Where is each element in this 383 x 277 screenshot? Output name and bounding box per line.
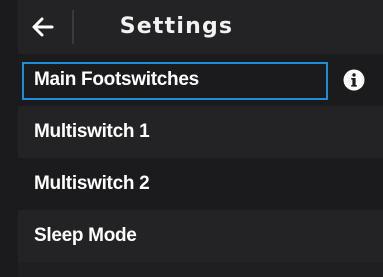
menu-item-label: Multiswitch 2 bbox=[34, 173, 150, 194]
arrow-left-icon bbox=[32, 17, 54, 37]
menu-item-label: Multiswitch 1 bbox=[34, 121, 150, 142]
menu-item-main-footswitches[interactable]: Main Footswitches bbox=[18, 54, 383, 106]
menu-item-multiswitch-2[interactable]: Multiswitch 2 bbox=[18, 158, 383, 210]
menu-item-multiswitch-1[interactable]: Multiswitch 1 bbox=[18, 106, 383, 158]
settings-screen: Settings Main Footswitches Multiswitch 1… bbox=[0, 0, 383, 277]
header-divider bbox=[72, 10, 74, 44]
header-bar: Settings bbox=[18, 0, 383, 54]
settings-menu-list: Main Footswitches Multiswitch 1 Multiswi… bbox=[18, 54, 383, 277]
page-title: Settings bbox=[119, 14, 234, 39]
back-button[interactable] bbox=[30, 14, 56, 40]
info-icon[interactable] bbox=[343, 69, 365, 91]
menu-item-sleep-mode[interactable]: Sleep Mode bbox=[18, 210, 383, 262]
menu-item-label: Sleep Mode bbox=[34, 225, 137, 246]
menu-item-label: Main Footswitches bbox=[34, 69, 199, 90]
list-bottom-edge bbox=[18, 262, 383, 277]
